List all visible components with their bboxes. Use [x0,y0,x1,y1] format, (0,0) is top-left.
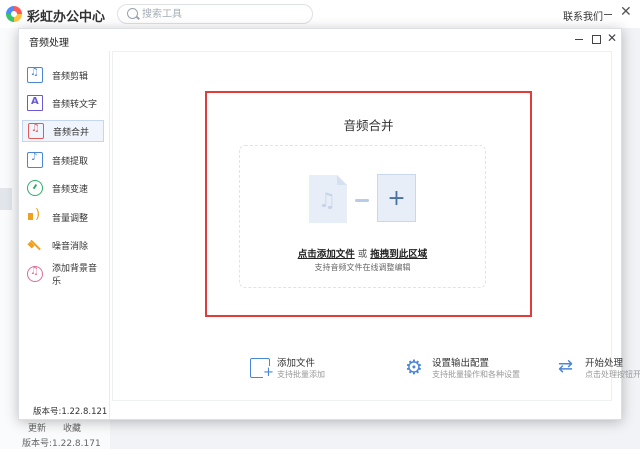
drag-here-text: 拖拽到此区域 [370,249,428,260]
add-file-title: 添加文件 [277,358,316,369]
add-file-icon [250,358,274,379]
sidebar-item-audio-speed[interactable]: 音频变速 [22,177,104,199]
audio-processing-dialog: 音频处理 ✕ 音频剪辑 音频转文字 音频合并 音频提取 音频变速 音量调整 [18,28,640,420]
noise-removal-icon [27,237,43,253]
or-text: 或 [357,249,368,260]
start-processing-title: 开始处理 [585,358,624,369]
rainbow-logo-icon [6,6,22,22]
sidebar-item-noise-removal[interactable]: 噪音消除 [22,234,104,256]
start-processing-subtitle: 点击处理按钮开始处理 [585,370,640,379]
output-settings-subtitle: 支持批量操作和各种设置 [432,370,520,379]
music-note-icon: ♫ [318,188,336,212]
update-link[interactable]: 更新 [28,421,46,434]
merge-highlight-box: 音频合并 ♫ + 点击添加文件或拖拽到此区域 支持音频文件在线调整编辑 [205,91,532,317]
close-icon[interactable]: ✕ [620,5,632,19]
add-file-subtitle: 支持批量添加 [277,370,325,379]
sidebar-item-label: 添加背景音乐 [52,264,98,287]
dialog-title: 音频处理 [29,38,69,49]
search-input[interactable] [142,7,302,21]
gear-icon [405,355,425,379]
sidebar-item-audio-extract[interactable]: 音频提取 [22,149,104,171]
audio-merge-icon [28,123,44,139]
sidebar-item-background-music[interactable]: 添加背景音乐 [22,263,104,287]
dialog-minimize-icon[interactable] [572,31,586,45]
audio-cut-icon [27,67,43,83]
sidebar-item-label: 音频合并 [53,127,90,138]
audio-file-placeholder-icon: ♫ [309,175,347,223]
merge-title: 音频合并 [343,118,394,133]
sidebar-item-audio-merge[interactable]: 音频合并 [22,120,104,142]
sidebar-item-label: 音量调整 [52,213,89,224]
audio-to-text-icon [27,95,43,111]
drop-instruction: 点击添加文件或拖拽到此区域 [240,246,485,260]
tool-sidebar: 音频剪辑 音频转文字 音频合并 音频提取 音频变速 音量调整 噪音消除 添加背 [20,51,110,419]
background-version-label: 版本号:1.22.8.171 [22,439,101,449]
dialog-close-icon[interactable]: ✕ [605,31,619,45]
output-settings-title: 设置输出配置 [432,358,490,369]
sidebar-item-volume[interactable]: 音量调整 [22,206,104,228]
background-sidebar-marker [0,188,12,210]
click-add-file-link[interactable]: 点击添加文件 [298,249,355,260]
sidebar-item-label: 音频变速 [52,184,89,195]
audio-extract-icon [27,152,43,168]
search-icon [127,8,138,19]
background-music-icon [27,266,43,282]
dash-connector [355,199,369,202]
sidebar-item-label: 音频提取 [52,156,89,167]
favorites-link[interactable]: 收藏 [63,421,81,434]
sidebar-item-audio-cut[interactable]: 音频剪辑 [22,64,104,86]
volume-icon [27,207,43,225]
file-drop-zone[interactable]: ♫ + 点击添加文件或拖拽到此区域 支持音频文件在线调整编辑 [239,145,486,288]
audio-speed-icon [27,180,43,196]
drop-subtext: 支持音频文件在线调整编辑 [314,263,411,272]
sidebar-item-label: 音频剪辑 [52,71,89,82]
version-label: 版本号:1.22.8.121 [33,407,108,417]
sidebar-item-audio-to-text[interactable]: 音频转文字 [22,92,104,114]
contact-us-link[interactable]: 联系我们 [563,8,603,23]
add-file-plus-button[interactable]: + [377,174,416,222]
top-bar: 彩虹办公中心 联系我们 ✕ [0,0,640,28]
sidebar-item-label: 噪音消除 [52,241,89,252]
process-arrows-icon [558,356,578,378]
search-box[interactable] [117,4,313,24]
minimize-icon[interactable] [602,8,614,20]
app-title: 彩虹办公中心 [27,10,106,25]
dialog-maximize-icon[interactable] [589,31,603,45]
merge-panel: 音频合并 ♫ + 点击添加文件或拖拽到此区域 支持音频文件在线调整编辑 添加文件… [112,51,640,401]
sidebar-item-label: 音频转文字 [52,99,98,110]
